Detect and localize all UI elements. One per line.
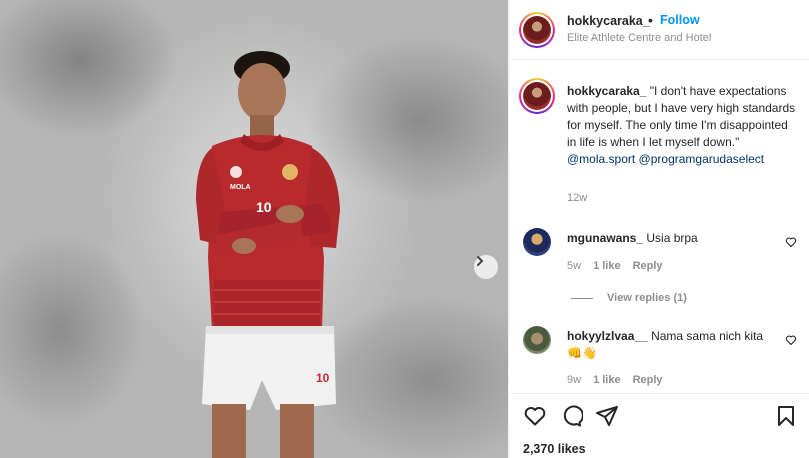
divider-line: [571, 297, 593, 299]
caption-timestamp[interactable]: 12w: [567, 192, 587, 204]
comment-likes[interactable]: 1 like: [593, 374, 621, 386]
likes-count[interactable]: 2,370 likes: [523, 442, 586, 456]
post-header: hokkycaraka_ • Follow Elite Athlete Cent…: [509, 0, 809, 60]
heart-icon[interactable]: [785, 236, 797, 248]
post-photo[interactable]: MOLA 10 10: [0, 0, 508, 458]
jersey-number: 10: [256, 199, 272, 215]
commenter-username[interactable]: mgunawans_: [567, 231, 643, 245]
comment-text-block: mgunawans_ Usia brpa: [567, 230, 779, 247]
comment-text-block: hokyylzlvaa__ Nama sama nich kita 👊👋: [567, 328, 779, 362]
jersey-brand: MOLA: [230, 184, 251, 191]
caption-avatar[interactable]: [519, 78, 555, 114]
author-username[interactable]: hokkycaraka_: [567, 14, 650, 28]
commenter-avatar[interactable]: [523, 228, 551, 256]
player-figure: MOLA 10 10: [196, 51, 340, 458]
comment-likes[interactable]: 1 like: [593, 260, 621, 272]
post-side-panel: hokkycaraka_ • Follow Elite Athlete Cent…: [508, 0, 809, 458]
post-location[interactable]: Elite Athlete Centre and Hotel: [567, 32, 711, 44]
bookmark-icon[interactable]: [774, 404, 798, 428]
caption-text-block: hokkycaraka_ "I don't have expectations …: [567, 83, 797, 168]
commenter-avatar[interactable]: [523, 326, 551, 354]
comment-icon[interactable]: [559, 404, 584, 428]
comment-text: Usia brpa: [646, 231, 698, 245]
commenter-username[interactable]: hokyylzlvaa__: [567, 329, 648, 343]
comment-timestamp[interactable]: 5w: [567, 260, 581, 272]
comment-meta: 5w 1 like Reply: [567, 260, 663, 272]
mention-link[interactable]: @mola.sport: [567, 152, 635, 166]
follow-button[interactable]: Follow: [660, 13, 700, 27]
post-actions: 2,370 likes: [509, 393, 809, 458]
comment-timestamp[interactable]: 9w: [567, 374, 581, 386]
comment-meta: 9w 1 like Reply: [567, 374, 663, 386]
author-avatar[interactable]: [519, 12, 555, 48]
mention-link[interactable]: @programgarudaselect: [639, 152, 765, 166]
next-photo-button[interactable]: [474, 255, 498, 279]
reply-button[interactable]: Reply: [633, 260, 663, 272]
separator-dot: •: [648, 12, 653, 28]
view-replies-label: View replies (1): [607, 292, 687, 304]
reply-button[interactable]: Reply: [633, 374, 663, 386]
caption-username[interactable]: hokkycaraka_: [567, 84, 646, 98]
view-replies-button[interactable]: View replies (1): [571, 292, 687, 304]
heart-icon[interactable]: [523, 404, 547, 428]
shorts-number: 10: [316, 371, 330, 385]
share-icon[interactable]: [595, 404, 619, 428]
heart-icon[interactable]: [785, 334, 797, 346]
